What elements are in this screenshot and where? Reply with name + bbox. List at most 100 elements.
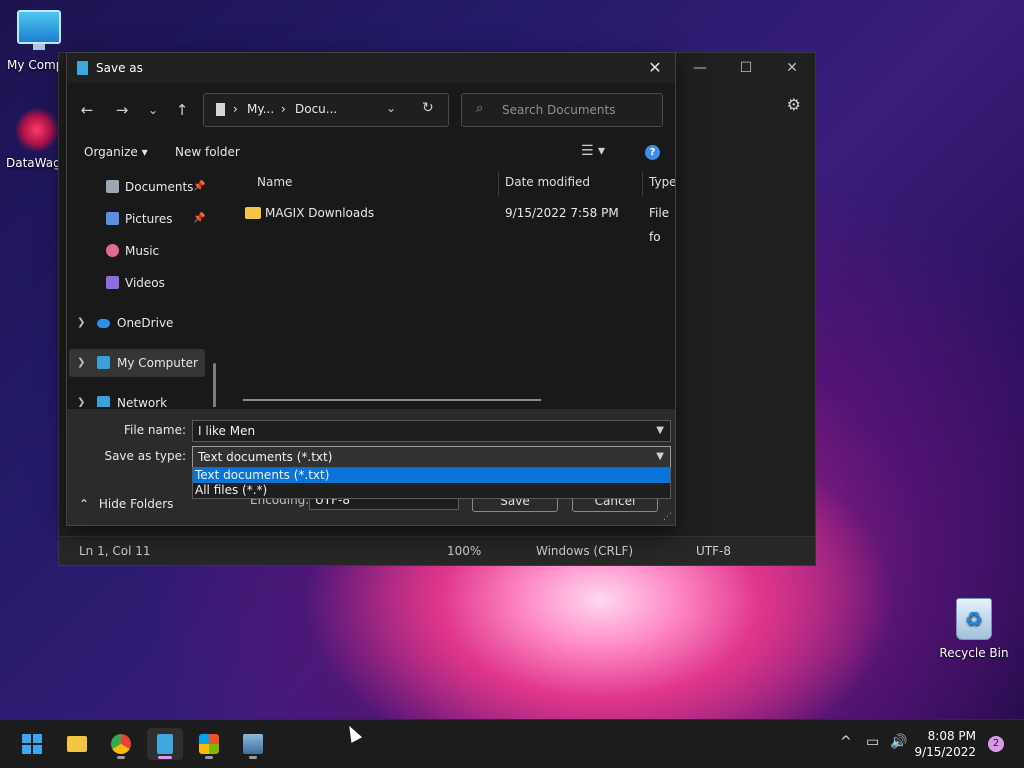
close-button[interactable]: ✕ [769,53,815,83]
file-type: File fo [649,206,670,244]
search-input[interactable]: ⌕ Search Documents [461,93,663,127]
chevron-right-icon[interactable]: ❯ [77,349,85,377]
status-bar: Ln 1, Col 11 100% Windows (CRLF) UTF-8 [59,536,815,565]
start-button[interactable] [14,728,50,760]
taskbar-chrome[interactable] [103,728,139,760]
running-indicator [249,756,257,759]
recent-locations-icon[interactable]: ⌄ [143,103,163,117]
command-bar: Organize ▾ New folder ☰ ▾ ? [67,141,675,167]
running-indicator [117,756,125,759]
clock-time: 8:08 PM [927,729,976,743]
pin-icon: 📌 [193,213,206,224]
column-header-name[interactable]: Name [257,175,292,189]
window-caption-buttons: — ☐ ✕ [677,53,815,83]
minimize-button[interactable]: — [677,53,723,83]
address-row: ← → ⌄ ↑ › My... › Docu... ⌄ ↻ ⌕ Search D… [67,93,675,127]
nav-item-label: Videos [125,276,165,290]
maximize-button[interactable]: ☐ [723,53,769,83]
chevron-up-icon: ⌃ [79,497,90,511]
chrome-icon [111,734,131,754]
volume-icon[interactable]: 🔊 [890,734,907,750]
new-folder-button[interactable]: New folder [175,145,240,159]
network-icon[interactable]: ▭ [866,734,879,750]
chevron-right-icon[interactable]: ❯ [77,309,85,337]
nav-item-onedrive[interactable]: ❯ OneDrive [67,309,207,337]
zoom-level: 100% [447,544,482,558]
onedrive-icon [97,319,110,328]
taskbar: ^ ▭ 🔊 8:08 PM 9/15/2022 2 [0,719,1024,768]
clock[interactable]: 8:08 PM 9/15/2022 [914,728,976,760]
nav-item-label: Pictures [125,212,173,226]
store-icon [199,734,219,754]
organize-button[interactable]: Organize ▾ [84,145,148,159]
help-icon[interactable]: ? [645,145,660,160]
save-type-value: Text documents (*.txt) [198,450,333,464]
search-icon: ⌕ [476,101,484,116]
nav-item-documents[interactable]: Documents 📌 [67,173,207,201]
nav-item-label: OneDrive [117,316,174,330]
clock-date: 9/15/2022 [914,745,976,759]
chevron-up-icon[interactable]: ^ [840,734,852,750]
chevron-down-icon[interactable]: ▼ [656,447,664,467]
folder-icon [245,207,261,219]
active-indicator [158,756,172,759]
list-item[interactable]: MAGIX Downloads 9/15/2022 7:58 PM File f… [225,201,675,244]
network-icon [97,396,110,407]
save-type-option-txt[interactable]: Text documents (*.txt) [193,468,670,483]
taskbar-notepad[interactable] [147,728,183,760]
resize-grip-icon[interactable]: ⋰ [663,512,672,522]
line-endings: Windows (CRLF) [536,544,634,558]
computer-icon [17,10,61,54]
taskbar-app[interactable] [235,728,271,760]
nav-item-music[interactable]: Music [67,237,207,265]
column-divider[interactable] [498,171,499,197]
nav-item-my-computer[interactable]: ❯ My Computer [69,349,205,377]
save-as-dialog: Save as ✕ ← → ⌄ ↑ › My... › Docu... ⌄ ↻ … [66,52,676,526]
dialog-title: Save as [96,61,143,75]
hide-folders-button[interactable]: ⌃ Hide Folders [79,497,173,511]
navigation-pane: Documents 📌 Pictures 📌 Music Videos ❯ On… [67,171,217,407]
notepad-icon [77,61,88,75]
nav-scrollbar[interactable] [213,363,216,407]
close-button[interactable]: ✕ [643,53,667,83]
column-header-date-modified[interactable]: Date modified [505,175,590,189]
breadcrumb-documents[interactable]: Docu... [295,102,337,116]
file-name: MAGIX Downloads [265,206,375,220]
back-arrow-icon[interactable]: ← [77,101,97,119]
computer-icon [97,356,110,369]
nav-item-pictures[interactable]: Pictures 📌 [67,205,207,233]
hide-folders-label: Hide Folders [98,497,174,511]
nav-item-network[interactable]: ❯ Network [67,389,207,407]
chevron-right-icon[interactable]: ❯ [77,389,85,407]
taskbar-file-explorer[interactable] [59,728,95,760]
view-options-icon[interactable]: ☰ ▾ [581,143,605,159]
file-name-field[interactable]: I like Men ▼ [192,420,671,442]
nav-item-videos[interactable]: Videos [67,269,207,297]
column-divider[interactable] [642,171,643,197]
up-arrow-icon[interactable]: ↑ [172,101,192,119]
column-header-type[interactable]: Type [649,175,675,189]
notification-badge[interactable]: 2 [988,736,1004,752]
pin-icon: 📌 [193,181,206,192]
settings-gear-icon[interactable]: ⚙ [787,95,801,114]
pictures-icon [106,212,119,225]
forward-arrow-icon[interactable]: → [112,101,132,119]
music-icon [106,244,119,257]
breadcrumb-my-computer[interactable]: My... [247,102,274,116]
address-bar[interactable]: › My... › Docu... ⌄ ↻ [203,93,449,127]
horizontal-scrollbar[interactable] [243,399,541,401]
save-type-dropdown-list: Text documents (*.txt) All files (*.*) [192,467,671,499]
refresh-icon[interactable]: ↻ [422,100,434,116]
save-type-option-all-files[interactable]: All files (*.*) [193,483,670,498]
file-date: 9/15/2022 7:58 PM [505,206,619,220]
desktop-icon-recycle-bin[interactable]: ♻ Recycle Bin [937,598,1011,660]
app-icon [243,734,263,754]
nav-item-label: Documents [125,180,194,194]
taskbar-store[interactable] [191,728,227,760]
save-type-select[interactable]: Text documents (*.txt) ▼ [192,446,671,468]
document-icon [216,103,225,116]
chevron-down-icon[interactable]: ▼ [656,421,664,441]
file-name-label: File name: [124,423,186,437]
nav-item-label: My Computer [117,356,198,370]
chevron-down-icon[interactable]: ⌄ [386,101,396,115]
